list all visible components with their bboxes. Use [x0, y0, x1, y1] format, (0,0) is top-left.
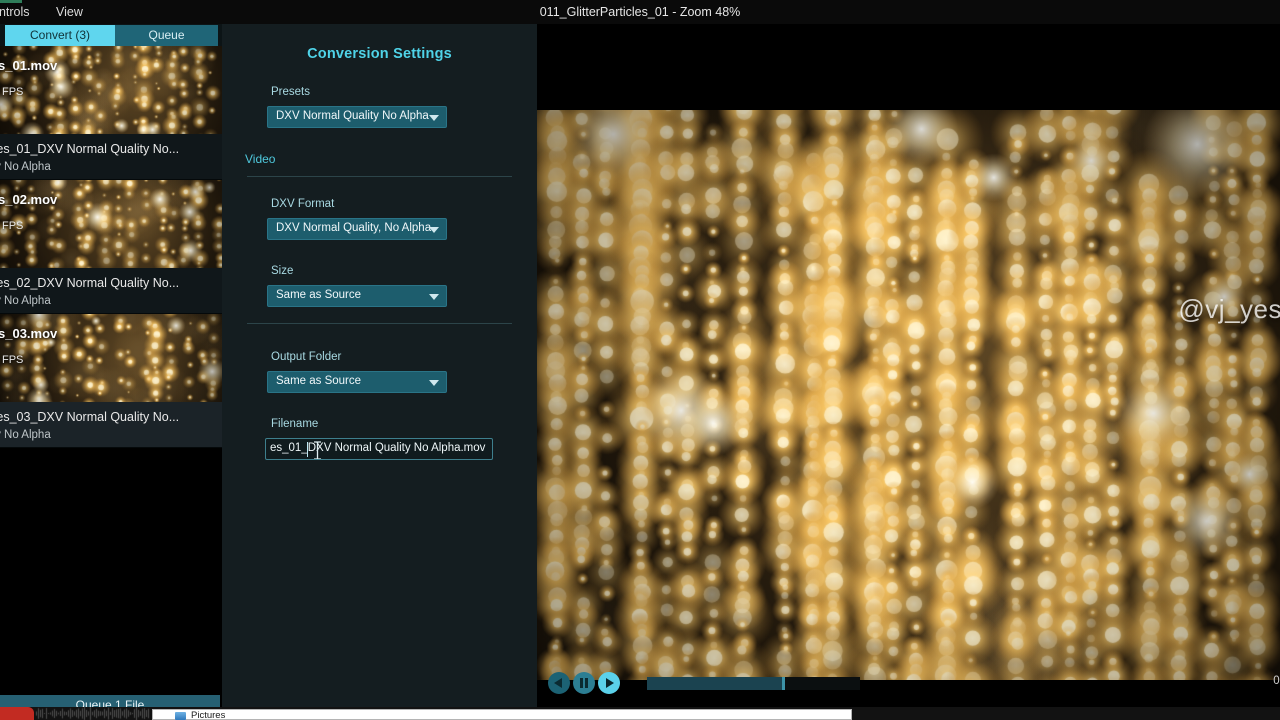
output-subtitle: uality No Alpha: [0, 429, 51, 441]
filename-label: Filename: [271, 418, 319, 430]
tab-bar: Convert (3) Queue: [0, 24, 222, 46]
filename-value: es_01_DXV Normal Quality No Alpha.mov: [270, 442, 486, 454]
chevron-down-icon: [429, 227, 439, 233]
video-frame[interactable]: [537, 110, 1280, 680]
file-output-row[interactable]: articles_01_DXV Normal Quality No... ual…: [0, 134, 222, 180]
file-output-row[interactable]: articles_03_DXV Normal Quality No... ual…: [0, 402, 222, 448]
chevron-down-icon: [429, 115, 439, 121]
file-name: ticles_03.mov: [0, 326, 58, 341]
output-name: articles_03_DXV Normal Quality No...: [0, 410, 180, 424]
file-name: ticles_02.mov: [0, 192, 58, 207]
file-thumbnail[interactable]: ticles_01.mov FPS: [0, 46, 222, 134]
file-fps: FPS: [2, 220, 24, 232]
output-subtitle: uality No Alpha: [0, 161, 51, 173]
video-preview-panel: @vj_yes 02: [537, 24, 1280, 720]
file-fps: FPS: [2, 354, 24, 366]
list-item[interactable]: ticles_01.mov FPS articles_01_DXV Normal…: [0, 46, 222, 180]
app-window: ontrols View 011_GlitterParticles_01 - Z…: [0, 0, 1280, 720]
output-folder-label: Output Folder: [271, 351, 342, 363]
tab-queue[interactable]: Queue: [115, 25, 218, 46]
pause-icon[interactable]: [573, 672, 595, 694]
output-folder-value: Same as Source: [276, 375, 362, 387]
file-output-row[interactable]: articles_02_DXV Normal Quality No... ual…: [0, 268, 222, 314]
folder-label: Pictures: [191, 710, 226, 720]
divider: [247, 323, 512, 324]
previous-icon[interactable]: [548, 672, 570, 694]
text-caret: [307, 442, 308, 457]
app-indicator[interactable]: [0, 707, 34, 720]
file-list-panel: Convert (3) Queue ticles_01.mov FPS arti…: [0, 24, 222, 720]
video-group-label: Video: [245, 152, 276, 166]
file-fps: FPS: [2, 86, 24, 98]
size-value: Same as Source: [276, 289, 362, 301]
list-item[interactable]: ticles_03.mov FPS articles_03_DXV Normal…: [0, 314, 222, 448]
tab-convert[interactable]: Convert (3): [5, 25, 115, 46]
playhead[interactable]: [782, 677, 785, 690]
desktop-taskbar: Pictures: [0, 707, 1280, 720]
file-thumbnail[interactable]: ticles_02.mov FPS: [0, 180, 222, 268]
progress-fill: [647, 677, 782, 690]
playback-scrubber[interactable]: [647, 677, 860, 690]
file-thumbnail[interactable]: ticles_03.mov FPS: [0, 314, 222, 402]
chevron-down-icon: [429, 294, 439, 300]
dxv-format-value: DXV Normal Quality, No Alpha: [276, 222, 432, 234]
output-name: articles_01_DXV Normal Quality No...: [0, 142, 180, 156]
conversion-settings-panel: Conversion Settings Presets DXV Normal Q…: [222, 24, 537, 720]
presets-label: Presets: [271, 86, 310, 98]
dxv-format-select[interactable]: DXV Normal Quality, No Alpha: [267, 218, 447, 240]
divider: [247, 176, 512, 177]
presets-select[interactable]: DXV Normal Quality No Alpha: [267, 106, 447, 128]
presets-value: DXV Normal Quality No Alpha: [276, 110, 429, 122]
play-icon[interactable]: [598, 672, 620, 694]
dxv-format-label: DXV Format: [271, 198, 335, 210]
menu-bar: ontrols View 011_GlitterParticles_01 - Z…: [0, 0, 1280, 24]
accent-swatch: [0, 0, 22, 3]
file-name: ticles_01.mov: [0, 58, 58, 73]
output-name: articles_02_DXV Normal Quality No...: [0, 276, 180, 290]
filename-input[interactable]: es_01_DXV Normal Quality No Alpha.mov: [265, 438, 493, 460]
player-controls: 02: [537, 672, 1280, 702]
watermark: @vj_yes: [1178, 294, 1280, 324]
output-folder-select[interactable]: Same as Source: [267, 371, 447, 393]
timecode: 02: [1273, 675, 1280, 687]
file-explorer-window[interactable]: Pictures: [152, 709, 852, 720]
chevron-down-icon: [429, 380, 439, 386]
size-label: Size: [271, 265, 294, 277]
file-list[interactable]: ticles_01.mov FPS articles_01_DXV Normal…: [0, 46, 222, 684]
output-subtitle: uality No Alpha: [0, 295, 51, 307]
window-title: 011_GlitterParticles_01 - Zoom 48%: [539, 5, 741, 19]
size-select[interactable]: Same as Source: [267, 285, 447, 307]
panel-title: Conversion Settings: [307, 46, 452, 62]
folder-icon: [175, 712, 186, 720]
list-item[interactable]: ticles_02.mov FPS articles_02_DXV Normal…: [0, 180, 222, 314]
